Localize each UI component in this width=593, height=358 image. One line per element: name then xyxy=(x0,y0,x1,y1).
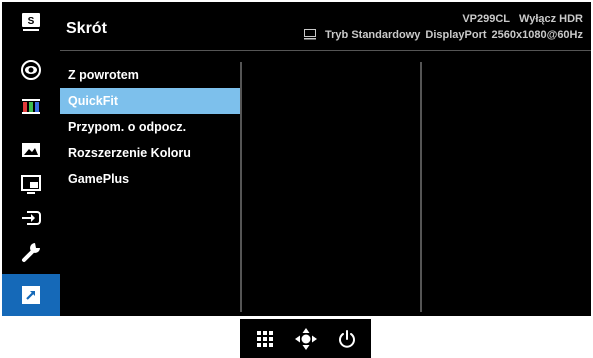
hdr-status: Wyłącz HDR xyxy=(519,13,583,25)
shortcut-icon xyxy=(22,286,40,304)
menu-key[interactable] xyxy=(255,329,275,349)
sidebar-item-system-setup[interactable] xyxy=(2,232,60,272)
input-icon xyxy=(22,211,41,225)
eye-icon xyxy=(21,60,41,80)
menu-item-rest-reminder[interactable]: Przypom. o odpocz. xyxy=(60,114,242,140)
svg-text:S: S xyxy=(28,16,35,27)
joystick-key[interactable] xyxy=(294,327,317,350)
menu-item-gameplus[interactable]: GamePlus xyxy=(60,166,242,192)
power-key[interactable] xyxy=(337,329,357,349)
shortcut-menu: Z powrotem QuickFit Przypom. o odpocz. R… xyxy=(60,62,242,192)
preset-mode: Tryb Standardowy xyxy=(325,29,421,41)
power-icon xyxy=(338,329,355,348)
sidebar-item-splendid[interactable]: S xyxy=(2,2,60,42)
header-divider xyxy=(60,50,591,51)
sidebar-item-color[interactable] xyxy=(2,86,60,126)
monitor-icon xyxy=(304,29,317,40)
model-name: VP299CL xyxy=(462,13,511,25)
menu-item-quickfit[interactable]: QuickFit xyxy=(60,88,242,114)
image-icon xyxy=(22,143,40,157)
column-divider xyxy=(240,62,242,312)
sidebar: S xyxy=(2,2,60,316)
color-bars-icon xyxy=(22,99,40,114)
pip-icon xyxy=(21,175,41,194)
menu-item-back[interactable]: Z powrotem xyxy=(60,62,242,88)
menu-item-color-augmentation[interactable]: Rozszerzenie Koloru xyxy=(60,140,242,166)
osd-panel: S Skrót VP299CL Wyłącz HDR Tryb Standard… xyxy=(2,2,591,316)
input-source: DisplayPort xyxy=(425,29,487,41)
splendid-icon: S xyxy=(22,13,40,31)
sidebar-item-shortcut[interactable] xyxy=(2,274,60,316)
status-info: VP299CL Wyłącz HDR Tryb Standardowy Displa… xyxy=(304,11,583,43)
control-key-guide xyxy=(240,319,371,358)
sidebar-item-blue-light-filter[interactable] xyxy=(2,50,60,90)
wrench-icon xyxy=(22,243,40,262)
column-divider xyxy=(420,62,422,312)
five-way-joystick-icon xyxy=(294,327,317,350)
page-title: Skrót xyxy=(66,20,107,37)
resolution: 2560x1080@60Hz xyxy=(491,29,583,41)
menu-grid-icon xyxy=(256,330,273,347)
